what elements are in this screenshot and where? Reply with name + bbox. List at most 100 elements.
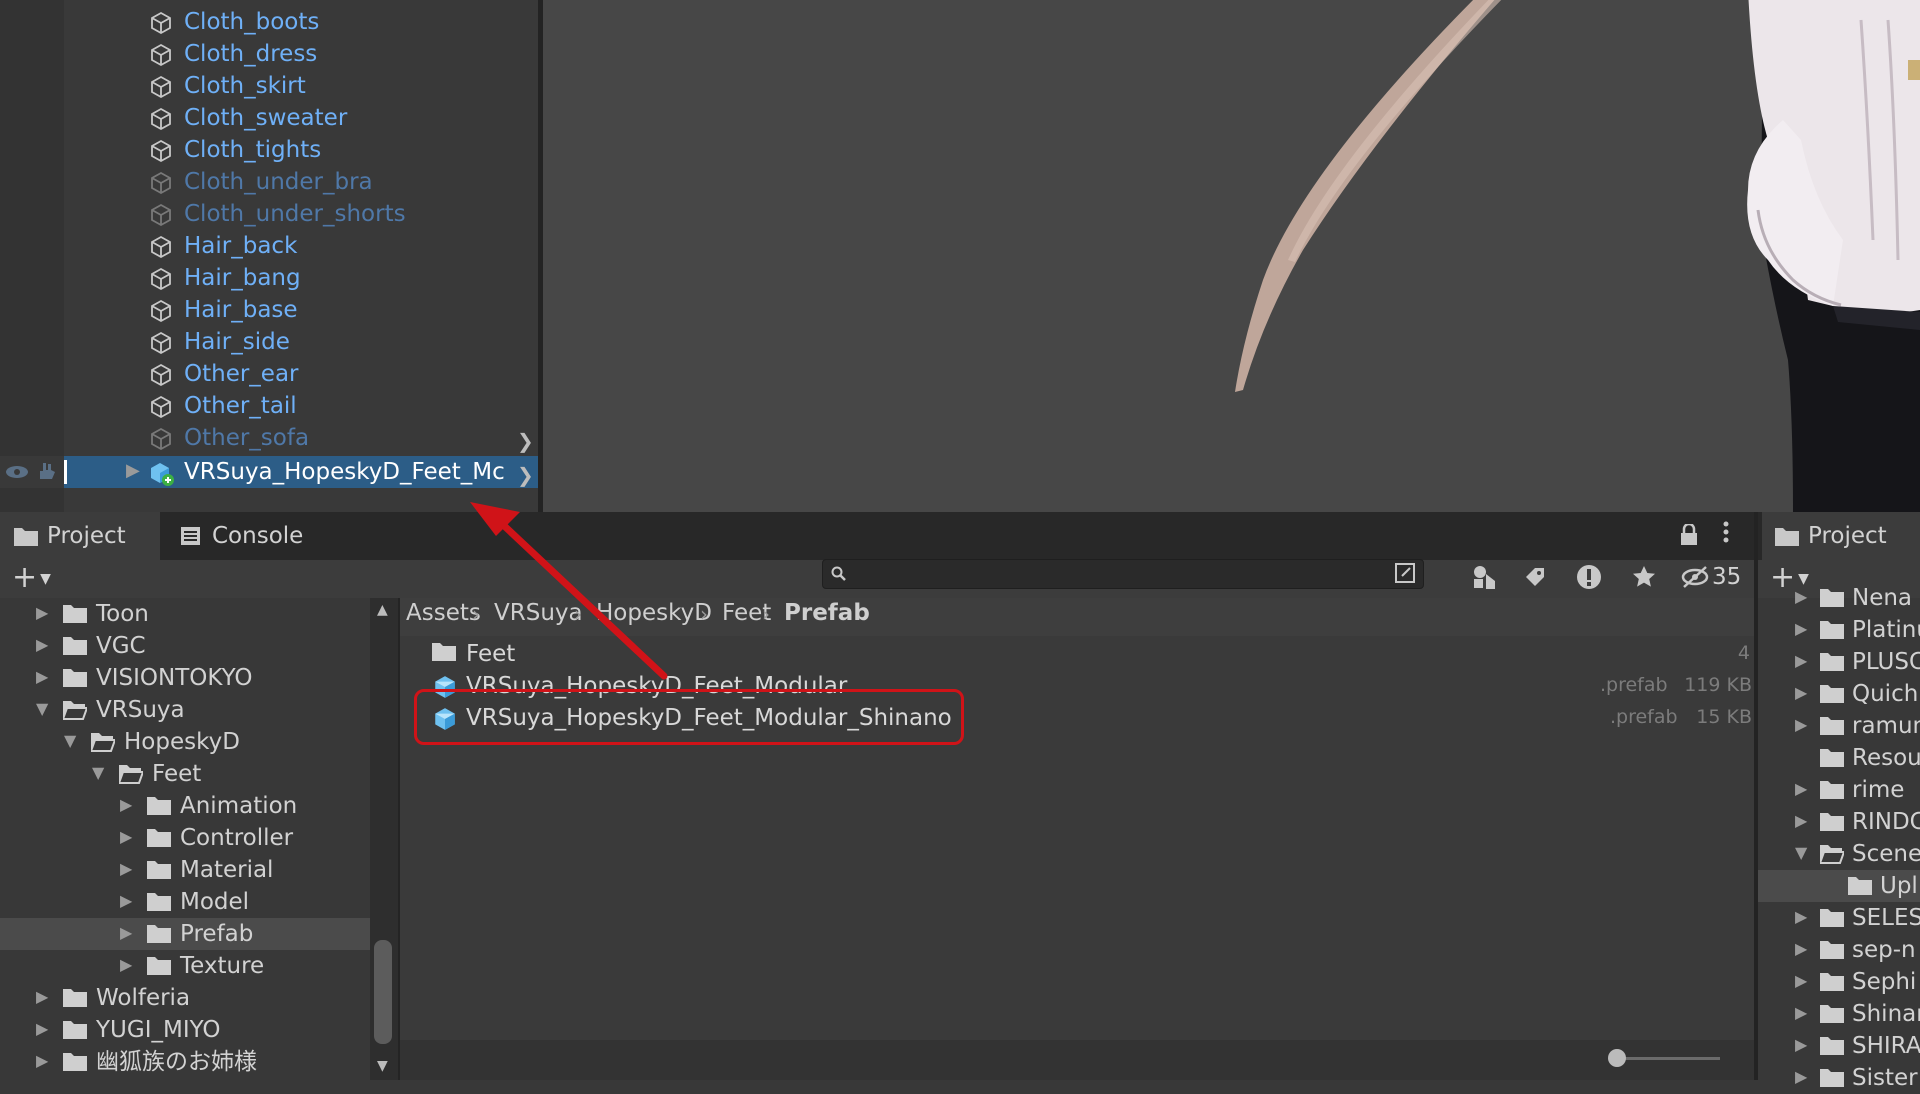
expand-arrow-icon[interactable]: ▶ — [1795, 1067, 1807, 1086]
more-options-icon[interactable] — [1722, 520, 1730, 550]
expand-arrow-icon[interactable]: ▶ — [36, 603, 48, 622]
hidden-packages-toggle[interactable]: 35 — [1680, 562, 1741, 592]
favorites-star-icon[interactable] — [1627, 562, 1661, 592]
hierarchy-item[interactable]: Cloth_sweater — [0, 102, 538, 134]
lock-icon[interactable] — [1680, 522, 1698, 551]
expand-arrow-icon[interactable]: ▶ — [1795, 811, 1807, 830]
tab-right-project[interactable]: Project — [1762, 512, 1920, 560]
collapse-arrow-icon[interactable]: ▼ — [64, 731, 76, 750]
hierarchy-item[interactable]: Cloth_tights — [0, 134, 538, 166]
right-tree-item[interactable]: ▶ PLUSC — [1758, 646, 1920, 678]
breadcrumb-item[interactable]: VRSuya — [494, 600, 583, 626]
breadcrumb-item[interactable]: Prefab — [784, 600, 870, 626]
expand-arrow-icon[interactable]: ▶ — [36, 1051, 48, 1070]
breadcrumb-item[interactable]: HopeskyD — [596, 600, 712, 626]
hierarchy-item[interactable]: Hair_back — [0, 230, 538, 262]
hierarchy-item[interactable]: Hair_side — [0, 326, 538, 358]
search-by-type-icon[interactable] — [1393, 561, 1419, 587]
expand-arrow-icon[interactable]: ▶ — [120, 827, 132, 846]
tree-item[interactable]: ▼ Feet — [0, 758, 370, 790]
right-tree-item[interactable]: ▶ rime — [1758, 774, 1920, 806]
expand-arrow-icon[interactable]: ▶ — [1795, 587, 1807, 606]
right-tree-item[interactable]: ▶ RINDC — [1758, 806, 1920, 838]
expand-arrow-icon[interactable]: ▶ — [120, 859, 132, 878]
breadcrumb-item[interactable]: Assets — [406, 600, 481, 626]
expand-arrow-icon[interactable]: ▶ — [120, 955, 132, 974]
chevron-right-icon[interactable]: ❯ — [517, 429, 534, 453]
tab-console[interactable]: Console — [170, 512, 330, 560]
collapse-arrow-icon[interactable]: ▼ — [1795, 843, 1807, 862]
expand-arrow-icon[interactable]: ▶ — [36, 1019, 48, 1038]
zoom-slider-track[interactable] — [1615, 1057, 1720, 1060]
right-tree-item[interactable]: ▶ ramun — [1758, 710, 1920, 742]
hierarchy-item[interactable]: Hair_bang — [0, 262, 538, 294]
expand-arrow-icon[interactable]: ▶ — [1795, 1003, 1807, 1022]
expand-arrow-icon[interactable]: ▶ — [1795, 907, 1807, 926]
hierarchy-item[interactable]: Cloth_skirt — [0, 70, 538, 102]
scroll-up-icon[interactable]: ▲ — [377, 602, 388, 618]
tree-item[interactable]: ▶ VISIONTOKYO — [0, 662, 370, 694]
tree-item[interactable]: ▶ Material — [0, 854, 370, 886]
right-tree-item[interactable]: ▶ Nena — [1758, 582, 1920, 614]
search-input[interactable] — [822, 559, 1424, 589]
visibility-eye-icon[interactable] — [4, 462, 30, 486]
tree-item[interactable]: ▶ Texture — [0, 950, 370, 982]
hierarchy-item[interactable]: Cloth_under_bra — [0, 166, 538, 198]
pickable-hand-icon[interactable] — [36, 461, 58, 487]
right-tree-item[interactable]: ▶ Sephi — [1758, 966, 1920, 998]
hierarchy-item[interactable]: Other_tail — [0, 390, 538, 422]
expand-arrow-icon[interactable]: ▶ — [1795, 779, 1807, 798]
scene-view[interactable] — [543, 0, 1920, 512]
tree-item[interactable]: ▶ 幽狐族のお姉様 — [0, 1046, 370, 1078]
expand-arrow-icon[interactable]: ▶ — [1795, 939, 1807, 958]
tree-item[interactable]: ▶ Model — [0, 886, 370, 918]
right-tree-item[interactable]: ▶ sep-n — [1758, 934, 1920, 966]
tab-project[interactable]: Project — [0, 512, 160, 560]
chevron-right-icon[interactable]: ❯ — [517, 463, 534, 487]
expand-arrow-icon[interactable]: ▶ — [1795, 683, 1807, 702]
tree-item[interactable]: ▶ Wolferia — [0, 982, 370, 1014]
tree-item[interactable]: ▶ Animation — [0, 790, 370, 822]
zoom-slider-knob[interactable] — [1608, 1049, 1626, 1067]
add-button[interactable]: + ▼ — [12, 562, 51, 595]
right-tree-item[interactable]: ▶ Shinar — [1758, 998, 1920, 1030]
hierarchy-item[interactable]: Other_ear — [0, 358, 538, 390]
hierarchy-item[interactable]: Cloth_under_shorts — [0, 198, 538, 230]
expand-arrow-icon[interactable]: ▶ — [120, 891, 132, 910]
hierarchy-item[interactable]: Hair_base — [0, 294, 538, 326]
expand-arrow-icon[interactable]: ▶ — [1795, 715, 1807, 734]
scroll-down-icon[interactable]: ▼ — [377, 1058, 388, 1074]
collapse-arrow-icon[interactable]: ▼ — [36, 699, 48, 718]
tree-item[interactable]: ▶ Toon — [0, 598, 370, 630]
tree-item[interactable]: ▶ YUGI_MIYO — [0, 1014, 370, 1046]
expand-arrow-icon[interactable]: ▶ — [126, 460, 140, 481]
right-tree-item[interactable]: Upl — [1758, 870, 1920, 902]
expand-arrow-icon[interactable]: ▶ — [36, 635, 48, 654]
expand-arrow-icon[interactable]: ▶ — [120, 795, 132, 814]
expand-arrow-icon[interactable]: ▶ — [1795, 1035, 1807, 1054]
expand-arrow-icon[interactable]: ▶ — [36, 987, 48, 1006]
right-tree-item[interactable]: ▶ Sister — [1758, 1062, 1920, 1094]
right-tree-item[interactable]: ▶ Platinu — [1758, 614, 1920, 646]
expand-arrow-icon[interactable]: ▶ — [36, 667, 48, 686]
hierarchy-item[interactable]: Other_sofa ❯ — [0, 422, 538, 454]
filter-errors-icon[interactable] — [1572, 562, 1606, 592]
expand-arrow-icon[interactable]: ▶ — [1795, 651, 1807, 670]
right-tree-item[interactable]: Resou — [1758, 742, 1920, 774]
expand-arrow-icon[interactable]: ▶ — [120, 923, 132, 942]
tree-item[interactable]: ▶ Prefab — [0, 918, 370, 950]
filter-by-label-icon[interactable] — [1518, 562, 1552, 592]
tree-item[interactable]: ▶ VGC — [0, 630, 370, 662]
tree-scrollbar-thumb[interactable] — [374, 940, 392, 1044]
filter-by-type-icon[interactable] — [1468, 562, 1502, 592]
right-tree-item[interactable]: ▶ Quich — [1758, 678, 1920, 710]
tree-item[interactable]: ▼ VRSuya — [0, 694, 370, 726]
right-tree-item[interactable]: ▶ SELES — [1758, 902, 1920, 934]
right-tree-item[interactable]: ▶ SHIRA — [1758, 1030, 1920, 1062]
tree-item[interactable]: ▶ Controller — [0, 822, 370, 854]
expand-arrow-icon[interactable]: ▶ — [1795, 619, 1807, 638]
collapse-arrow-icon[interactable]: ▼ — [92, 763, 104, 782]
right-tree-item[interactable]: ▼ Scene — [1758, 838, 1920, 870]
hierarchy-item[interactable]: Cloth_dress — [0, 38, 538, 70]
hierarchy-item[interactable]: Cloth_boots — [0, 6, 538, 38]
